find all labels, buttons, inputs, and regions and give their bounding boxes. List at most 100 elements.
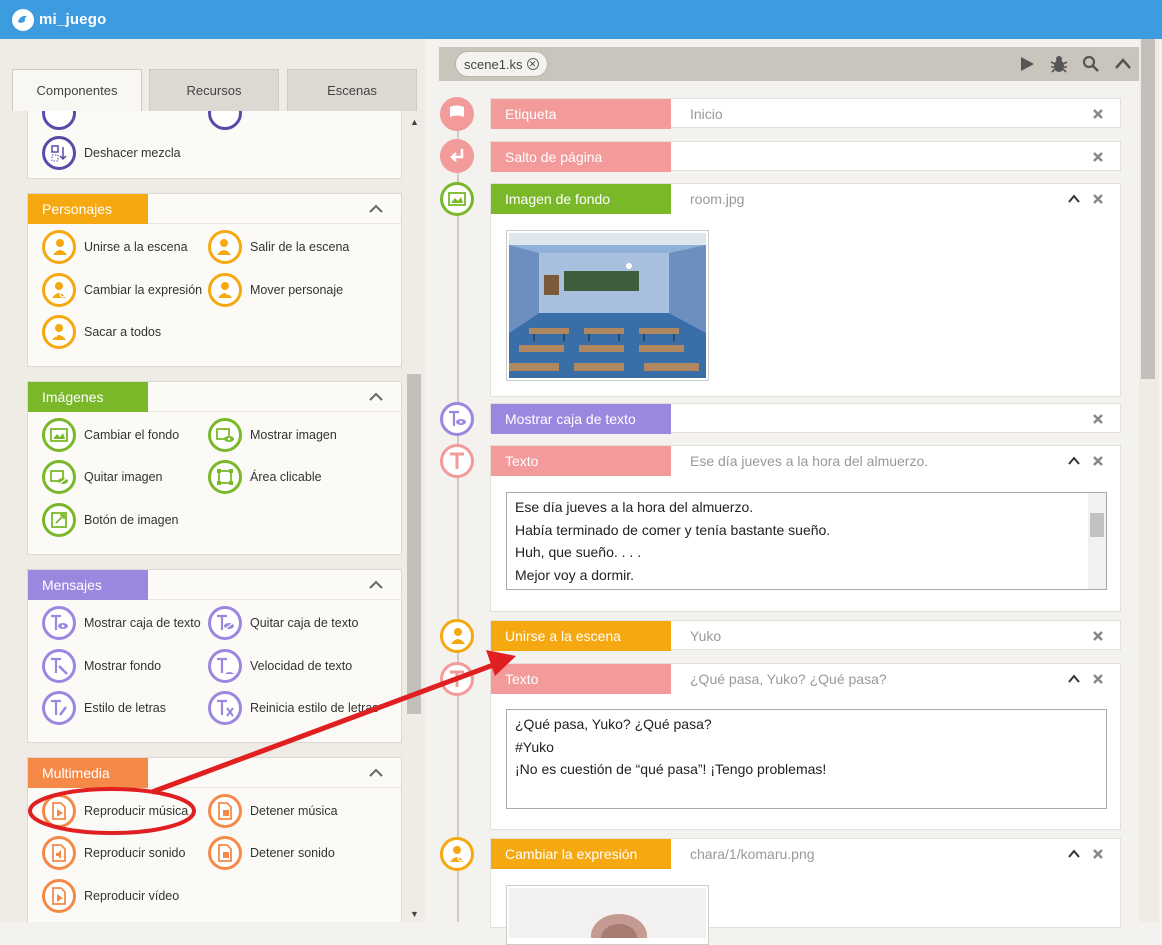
collapse-chevron-icon[interactable] (369, 390, 383, 404)
component-quitar-imagen[interactable]: Quitar imagen (42, 460, 163, 494)
play-icon[interactable] (1016, 53, 1038, 75)
close-tab-icon[interactable]: ✕ (526, 58, 539, 70)
component-reproducir-video[interactable]: Reproducir vídeo (42, 879, 179, 913)
text-content-textarea[interactable]: ¿Qué pasa, Yuko? ¿Qué pasa? #Yuko ¡No es… (506, 709, 1107, 809)
component-label: Detener sonido (250, 846, 335, 860)
component-boton-imagen[interactable]: Botón de imagen (42, 503, 179, 537)
collapse-block-icon[interactable] (1068, 673, 1080, 685)
music-stop-icon (208, 794, 242, 828)
font-style-icon (42, 691, 76, 725)
component-mostrar-imagen[interactable]: Mostrar imagen (208, 418, 337, 452)
delete-block-icon[interactable] (1092, 193, 1104, 205)
text-icon (440, 662, 474, 696)
component-label: Área clicable (250, 470, 322, 484)
character-leave-icon (208, 230, 242, 264)
editor-toolbar: scene1.ks ✕ (439, 47, 1142, 81)
scroll-down-icon[interactable]: ▼ (410, 909, 419, 919)
text-line: #Yuko (515, 738, 554, 755)
flag-icon (440, 97, 474, 131)
block-texto-2[interactable]: Texto ¿Qué pasa, Yuko? ¿Qué pasa? ¿Qué p… (490, 663, 1121, 830)
component-cambiar-fondo[interactable]: Cambiar el fondo (42, 418, 179, 452)
component-reproducir-musica[interactable]: Reproducir música (42, 794, 188, 828)
tab-componentes[interactable]: Componentes (12, 69, 142, 111)
delete-block-icon[interactable] (1092, 848, 1104, 860)
component-label: Estilo de letras (84, 701, 166, 715)
tab-recursos[interactable]: Recursos (149, 69, 279, 111)
textbox-show-icon (440, 402, 474, 436)
block-texto-1[interactable]: Texto Ese día jueves a la hora del almue… (490, 445, 1121, 612)
block-tag: Texto (491, 446, 671, 476)
delete-block-icon[interactable] (1092, 630, 1104, 642)
delete-block-icon[interactable] (1092, 151, 1104, 163)
component-label: Reinicia estilo de letras (250, 701, 379, 715)
collapse-chevron-icon[interactable] (369, 578, 383, 592)
component-sacar-todos[interactable]: Sacar a todos (42, 315, 161, 349)
image-show-icon (208, 418, 242, 452)
textarea-scrollbar[interactable] (1088, 493, 1106, 589)
block-tag: Texto (491, 664, 671, 694)
component-mostrar-caja[interactable]: Mostrar caja de texto (42, 606, 201, 640)
debug-bug-icon[interactable] (1048, 53, 1070, 75)
collapse-block-icon[interactable] (1068, 193, 1080, 205)
character-expression-icon (42, 273, 76, 307)
component-estilo-letras[interactable]: Estilo de letras (42, 691, 166, 725)
component-cambiar-expresion[interactable]: Cambiar la expresión (42, 273, 202, 307)
block-mostrar-caja[interactable]: Mostrar caja de texto (490, 403, 1121, 434)
block-imagen-fondo[interactable]: Imagen de fondo room.jpg (490, 183, 1121, 397)
group-title: Personajes (28, 194, 148, 224)
block-salto-pagina[interactable]: Salto de página (490, 141, 1121, 172)
collapse-block-icon[interactable] (1068, 455, 1080, 467)
components-scrollbar[interactable]: ▲ ▼ (405, 111, 425, 922)
component-label: Reproducir sonido (84, 846, 186, 860)
component-detener-sonido[interactable]: Detener sonido (208, 836, 335, 870)
collapse-chevron-icon[interactable] (369, 202, 383, 216)
delete-block-icon[interactable] (1092, 108, 1104, 120)
group-imagenes: Imágenes Cambiar el fondo Mostrar imagen… (27, 381, 402, 555)
text-line: Mejor voy a dormir. (515, 566, 635, 583)
block-tag: Salto de página (491, 142, 671, 172)
sound-play-icon (42, 836, 76, 870)
component-quitar-caja[interactable]: Quitar caja de texto (208, 606, 358, 640)
component-reinicia-estilo[interactable]: Reinicia estilo de letras (208, 691, 379, 725)
component-mostrar-fondo[interactable]: Mostrar fondo (42, 649, 161, 683)
component-label: Cambiar la expresión (84, 283, 203, 297)
block-etiqueta[interactable]: Etiqueta Inicio (490, 98, 1121, 129)
tab-escenas[interactable]: Escenas (287, 69, 417, 111)
delete-block-icon[interactable] (1092, 673, 1104, 685)
text-content-textarea[interactable]: Ese día jueves a la hora del almuerzo. H… (506, 492, 1107, 590)
component-reproducir-sonido[interactable]: Reproducir sonido (42, 836, 185, 870)
component-unirse[interactable]: Unirse a la escena (42, 230, 188, 264)
component-mover-personaje[interactable]: Mover personaje (208, 273, 343, 307)
editor-scrollbar[interactable] (1139, 39, 1159, 922)
scrollbar-thumb[interactable] (1141, 39, 1155, 379)
component-deshacer-mezcla[interactable]: Deshacer mezcla (42, 136, 181, 170)
delete-block-icon[interactable] (1092, 455, 1104, 467)
component-area-clicable[interactable]: Área clicable (208, 460, 322, 494)
component-label: Quitar imagen (84, 470, 163, 484)
search-icon[interactable] (1080, 53, 1102, 75)
file-tab[interactable]: scene1.ks ✕ (455, 51, 548, 77)
collapse-block-icon[interactable] (1068, 848, 1080, 860)
scroll-up-icon[interactable]: ▲ (410, 117, 419, 127)
component-label: Sacar a todos (84, 325, 162, 339)
delete-block-icon[interactable] (1092, 413, 1104, 425)
scrollbar-thumb[interactable] (1090, 513, 1104, 537)
components-pane: Componentes Recursos Escenas Deshacer me… (0, 39, 425, 922)
component-salir[interactable]: Salir de la escena (208, 230, 349, 264)
text-line: Había terminado de comer y tenía bastant… (515, 521, 831, 538)
block-unirse-escena[interactable]: Unirse a la escena Yuko (490, 620, 1121, 651)
character-preview-image (506, 885, 709, 945)
collapse-chevron-icon[interactable] (369, 766, 383, 780)
background-preview-image (506, 230, 709, 381)
page-break-icon (440, 139, 474, 173)
component-label: Reproducir vídeo (84, 889, 180, 903)
scrollbar-thumb[interactable] (407, 374, 421, 714)
music-play-icon (42, 794, 76, 828)
block-cambiar-expresion[interactable]: Cambiar la expresión chara/1/komaru.png (490, 838, 1121, 945)
component-velocidad-texto[interactable]: Velocidad de texto (208, 649, 352, 683)
block-tag: Imagen de fondo (491, 184, 671, 214)
sound-stop-icon (208, 836, 242, 870)
component-detener-musica[interactable]: Detener música (208, 794, 338, 828)
collapse-all-icon[interactable] (1112, 53, 1134, 75)
blend-icon (42, 111, 76, 130)
